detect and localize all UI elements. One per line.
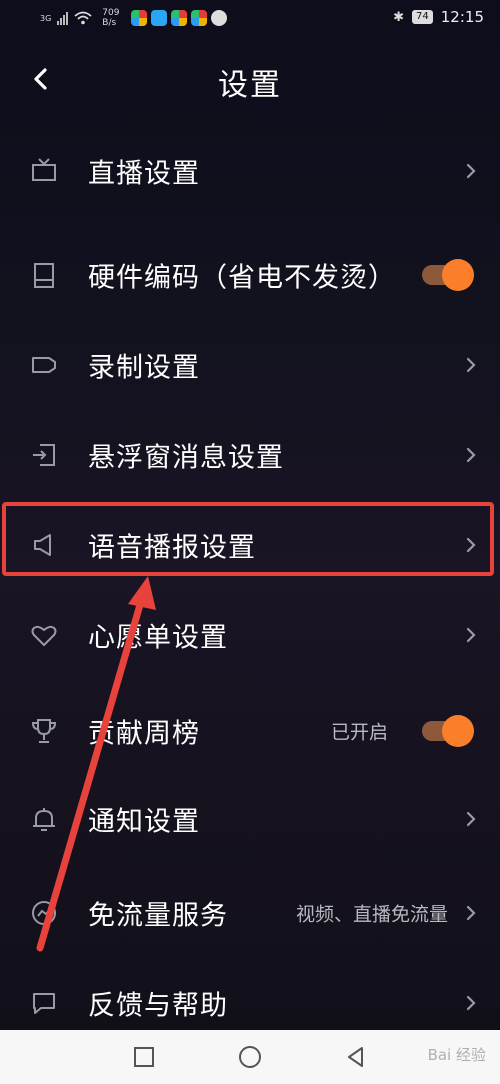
chevron-right-icon	[466, 627, 476, 643]
weekly-ranking-status: 已开启	[330, 721, 388, 744]
settings-item-floating-window[interactable]: 悬浮窗消息设置	[0, 410, 500, 500]
battery-icon: 74	[412, 10, 433, 24]
bluetooth-icon: ✱	[393, 9, 405, 25]
wifi-icon	[74, 11, 92, 25]
status-right: ✱ 74 12:15	[393, 8, 484, 26]
settings-item-label: 硬件编码（省电不发烫）	[88, 262, 396, 294]
settings-item-data-free[interactable]: 免流量服务 视频、直播免流量	[0, 868, 500, 958]
app-notification-icon	[151, 10, 168, 26]
page-title: 设置	[218, 68, 282, 103]
bell-icon	[33, 808, 55, 831]
status-left: 3G 709 B/s	[40, 8, 228, 28]
settings-item-feedback[interactable]: 反馈与帮助	[0, 958, 500, 1030]
hardware-encoding-toggle[interactable]	[422, 259, 474, 291]
settings-item-label: 录制设置	[88, 352, 200, 384]
weekly-ranking-toggle[interactable]	[422, 715, 474, 747]
data-free-icon	[32, 901, 56, 925]
clock: 12:15	[440, 8, 484, 26]
camera-icon	[32, 357, 56, 373]
highlight-box	[2, 502, 494, 576]
speed-unit: B/s	[102, 18, 117, 28]
toggle-knob	[442, 715, 474, 747]
settings-item-notification[interactable]: 通知设置	[0, 774, 500, 864]
settings-item-label: 悬浮窗消息设置	[88, 442, 284, 474]
trophy-icon	[31, 719, 57, 743]
settings-item-label: 心愿单设置	[88, 622, 228, 654]
settings-item-wishlist[interactable]: 心愿单设置	[0, 590, 500, 680]
chevron-right-icon	[466, 357, 476, 373]
settings-item-label: 直播设置	[88, 158, 200, 190]
settings-item-live[interactable]: 直播设置	[0, 126, 500, 216]
speed-value: 709	[102, 8, 120, 18]
chevron-right-icon	[466, 995, 476, 1011]
home-icon[interactable]	[236, 1043, 264, 1071]
chevron-right-icon	[466, 811, 476, 827]
navigation-bar: Bai 经验	[0, 1030, 500, 1084]
settings-item-weekly-ranking[interactable]: 贡献周榜 已开启	[0, 686, 500, 776]
status-bar: 3G 709 B/s ✱ 74 12:15	[0, 0, 500, 38]
settings-item-label: 反馈与帮助	[88, 990, 228, 1022]
network-speed: 709 B/s	[102, 8, 119, 28]
app-notification-icon	[171, 10, 188, 26]
app-notification-icon	[211, 10, 228, 26]
network-type: 3G	[40, 13, 52, 23]
recent-apps-icon[interactable]	[130, 1043, 158, 1071]
back-nav-icon[interactable]	[342, 1043, 370, 1071]
phone-icon	[34, 263, 54, 288]
settings-item-label: 贡献周榜	[88, 718, 200, 750]
settings-item-hardware-encoding[interactable]: 硬件编码（省电不发烫）	[0, 230, 500, 320]
chat-icon	[33, 993, 55, 1014]
data-free-description: 视频、直播免流量	[295, 903, 448, 926]
heart-icon	[31, 625, 57, 646]
chevron-right-icon	[466, 163, 476, 179]
tv-icon	[32, 158, 56, 181]
notification-icons	[131, 10, 228, 26]
watermark: Bai 经验	[427, 1046, 486, 1064]
app-notification-icon	[191, 10, 208, 26]
floating-window-icon	[33, 444, 55, 466]
settings-item-label: 免流量服务	[88, 900, 228, 932]
signal-icon	[57, 11, 69, 25]
settings-item-label: 通知设置	[88, 806, 200, 838]
chevron-right-icon	[466, 447, 476, 463]
settings-item-record[interactable]: 录制设置	[0, 320, 500, 410]
screen: 3G 709 B/s ✱ 74 12:15 设置 直播设置 硬件编码（省电不发烫…	[0, 0, 500, 1030]
toggle-knob	[442, 259, 474, 291]
app-notification-icon	[131, 10, 148, 26]
header: 设置	[0, 50, 500, 110]
chevron-right-icon	[466, 905, 476, 921]
